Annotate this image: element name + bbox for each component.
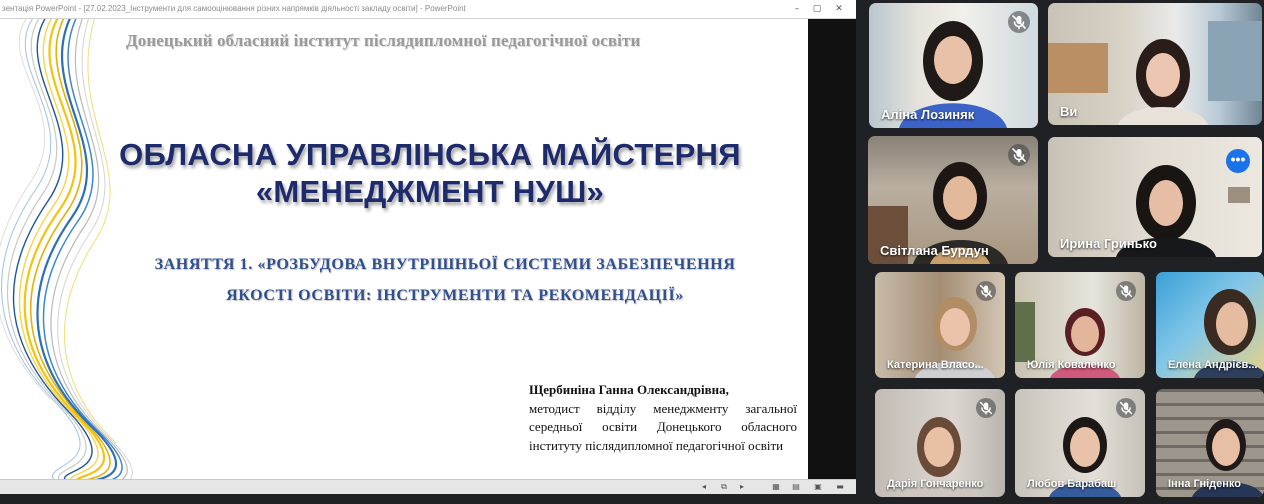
author-name: Щербиніна Ганна Олександрівна, xyxy=(529,382,729,397)
next-slide-icon[interactable]: ▸ xyxy=(736,482,748,492)
participant-tile[interactable]: Катерина Власо... xyxy=(875,272,1005,378)
participant-name: Аліна Лозиняк xyxy=(881,107,975,122)
mic-off-icon xyxy=(1008,11,1030,33)
powerpoint-status-bar: ◂ ⧉ ▸ ▦ ▤ ▣ ▬ xyxy=(0,479,856,494)
window-title: зентація PowerPoint - [27.02.2023_Інстру… xyxy=(2,4,466,13)
close-button[interactable]: ✕ xyxy=(828,0,850,18)
more-options-icon[interactable]: ••• xyxy=(1226,149,1250,173)
participant-name: Любов Барабаш xyxy=(1027,478,1117,490)
participant-tile[interactable]: Аліна Лозиняк xyxy=(869,3,1038,128)
participant-name: Юлія Коваленко xyxy=(1027,359,1116,371)
participant-name: Ирина Гринько xyxy=(1060,236,1157,251)
participant-name: Катерина Власо... xyxy=(887,359,984,371)
mic-off-icon xyxy=(1116,281,1136,301)
author-block: Щербиніна Ганна Олександрівна, методист … xyxy=(529,381,797,455)
institute-name: Донецький обласний інститут післядипломн… xyxy=(126,31,641,50)
lesson-title-line-2: ЯКОСТІ ОСВІТИ: ІНСТРУМЕНТИ ТА РЕКОМЕНДАЦ… xyxy=(226,287,684,304)
mic-off-icon xyxy=(976,398,996,418)
decorative-ribbon-swirl xyxy=(0,19,133,479)
participant-name: Дарія Гончаренко xyxy=(887,478,984,490)
shared-screen-powerpoint: зентація PowerPoint - [27.02.2023_Інстру… xyxy=(0,0,856,494)
slide-sorter-icon[interactable]: ▤ xyxy=(790,482,802,492)
participant-tile[interactable]: Любов Барабаш xyxy=(1015,389,1145,497)
participant-tile[interactable]: Юлія Коваленко xyxy=(1015,272,1145,378)
previous-slide-icon[interactable]: ◂ xyxy=(698,482,710,492)
participant-video xyxy=(1048,21,1262,125)
presentation-slide[interactable]: Донецький обласний інститут післядипломн… xyxy=(0,19,808,479)
author-position: методист відділу менеджменту загальної с… xyxy=(529,400,797,453)
participant-name: Інна Гнiденко xyxy=(1168,478,1242,490)
minimize-button[interactable]: – xyxy=(786,0,808,18)
slide-title-line-1: ОБЛАСНА УПРАВЛІНСЬКА МАЙСТЕРНЯ xyxy=(119,137,741,172)
participant-tile[interactable]: Інна Гнiденко xyxy=(1156,389,1264,497)
screen-share-margin xyxy=(808,19,856,479)
slide-title-line-2: «МЕНЕДЖМЕНТ НУШ» xyxy=(255,174,605,209)
normal-view-icon[interactable]: ▦ xyxy=(770,482,782,492)
participant-name: Світлана Бурдун xyxy=(880,243,989,258)
slideshow-view-icon[interactable]: ▬ xyxy=(834,482,846,492)
participant-name: Ви xyxy=(1060,104,1078,119)
participant-tile-self[interactable]: Ви xyxy=(1048,3,1262,125)
participant-tile[interactable]: Світлана Бурдун xyxy=(868,136,1038,264)
participant-name: Елена Андрієв... xyxy=(1168,359,1258,371)
mic-off-icon xyxy=(1116,398,1136,418)
reading-view-icon[interactable]: ▣ xyxy=(812,482,824,492)
participant-tile[interactable]: Елена Андрієв... xyxy=(1156,272,1264,378)
participant-tile[interactable]: Дарія Гончаренко xyxy=(875,389,1005,497)
mic-off-icon xyxy=(1008,144,1030,166)
lesson-title-line-1: ЗАНЯТТЯ 1. «РОЗБУДОВА ВНУТРІШНЬОЇ СИСТЕМ… xyxy=(154,256,736,273)
mic-off-icon xyxy=(976,281,996,301)
powerpoint-title-bar: зентація PowerPoint - [27.02.2023_Інстру… xyxy=(0,0,856,19)
restore-button[interactable]: ▢ xyxy=(806,0,828,18)
participant-tile-pinned[interactable]: ••• Ирина Гринько xyxy=(1048,137,1262,257)
slide-menu-icon[interactable]: ⧉ xyxy=(718,482,730,492)
